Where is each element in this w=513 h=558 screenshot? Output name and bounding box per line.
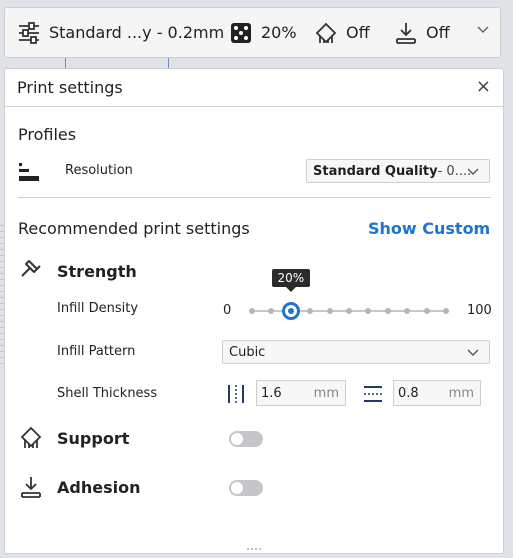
resolution-select[interactable]: Standard Quality - 0.... [306,159,490,183]
slider-max-label: 100 [467,303,492,318]
wall-thickness-value: 1.6 [261,385,282,401]
infill-pattern-label: Infill Pattern [57,344,136,359]
infill-summary[interactable]: 20% [229,8,297,57]
sliders-icon [19,21,39,44]
slider-tick [423,308,430,314]
adhesion-summary[interactable]: Off [394,8,450,57]
recommended-heading: Recommended print settings [18,219,250,238]
resolution-value-main: Standard Quality [313,163,438,179]
adhesion-icon [21,477,41,498]
support-summary[interactable]: Off [314,8,370,57]
wall-thickness-input[interactable]: 1.6 mm [256,380,346,406]
top-bottom-thickness-icon [364,386,382,402]
show-custom-button[interactable]: Show Custom [368,219,490,238]
slider-min-label: 0 [223,303,232,318]
support-toggle[interactable] [229,431,263,447]
support-summary-label: Off [346,23,370,42]
print-settings-panel: Print settings × Profiles Resolution Sta… [4,68,504,554]
slider-tick [326,308,333,314]
slider-tick [346,308,352,314]
close-button[interactable]: × [476,77,491,97]
shell-thickness-label: Shell Thickness [57,386,158,401]
adhesion-toggle[interactable] [229,480,263,496]
strength-heading: Strength [57,262,137,281]
dice-infill-icon [231,22,251,43]
slider-tick [443,308,449,314]
slider-tick [268,308,275,314]
print-setup-bar[interactable]: Standard ...y - 0.2mm 20% Off Off [4,7,501,58]
support-heading: Support [57,429,130,448]
adhesion-heading: Adhesion [57,478,141,497]
top-bottom-thickness-unit: mm [448,386,474,401]
profiles-heading: Profiles [18,125,77,144]
slider-tick [307,308,314,314]
infill-summary-label: 20% [261,23,297,42]
infill-pattern-value: Cubic [229,344,266,360]
slider-tooltip: 20% [271,269,310,292]
resize-handle[interactable] [246,547,262,551]
slider-tick [249,308,255,314]
panel-title: Print settings [17,78,123,97]
chevron-down-icon [467,349,479,356]
toggle-knob [231,482,243,494]
infill-pattern-select[interactable]: Cubic [222,340,490,364]
slider-tick [365,308,372,314]
top-bottom-thickness-input[interactable]: 0.8 mm [393,380,481,406]
resolution-label: Resolution [65,163,133,178]
chevron-down-icon [467,168,479,175]
wall-thickness-unit: mm [313,386,339,401]
infill-density-label: Infill Density [57,301,139,316]
profile-summary-label: Standard ...y - 0.2mm [49,23,225,42]
support-icon [315,22,337,43]
chevron-down-icon[interactable] [476,23,490,37]
top-bottom-thickness-value: 0.8 [398,385,419,401]
infill-density-slider[interactable]: 20% [249,269,449,323]
toggle-knob [231,433,243,445]
slider-tick [384,308,391,314]
hammer-icon [21,260,41,277]
adhesion-icon [396,22,416,44]
slider-handle[interactable] [281,302,300,320]
slider-tick [404,308,411,314]
wall-thickness-icon [228,385,244,403]
support-icon [20,426,42,448]
profile-summary[interactable]: Standard ...y - 0.2mm [17,8,224,57]
layer-height-icon [19,163,39,181]
adhesion-summary-label: Off [426,23,450,42]
section-divider [18,197,491,198]
panel-header: Print settings × [5,69,503,107]
